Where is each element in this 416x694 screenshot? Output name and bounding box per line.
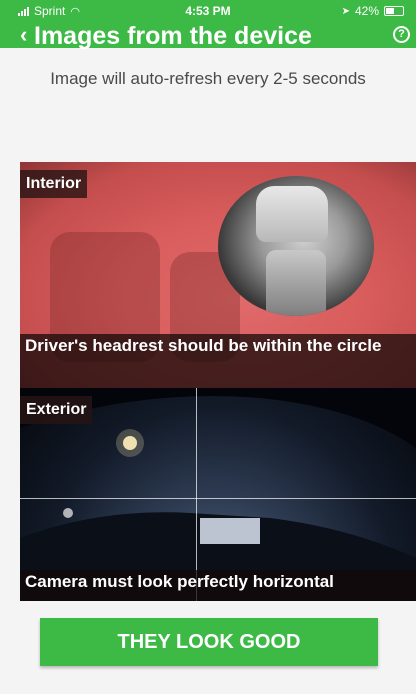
garage-light — [200, 518, 260, 544]
status-right: ➤ 42% — [342, 4, 404, 18]
horizontal-guide-line — [20, 498, 416, 499]
refresh-notice: Image will auto-refresh every 2-5 second… — [50, 69, 366, 88]
help-icon[interactable]: ? — [393, 26, 410, 43]
page-title: Images from the device — [34, 22, 312, 50]
battery-percent: 42% — [354, 4, 379, 18]
interior-caption: Driver's headrest should be within the c… — [20, 334, 416, 388]
header: ‹ Images from the device ? — [0, 22, 416, 50]
street-light-glow — [116, 429, 144, 457]
exterior-camera-image: Exterior Camera must look perfectly hori… — [20, 388, 416, 601]
exterior-caption: Camera must look perfectly horizontal — [20, 570, 416, 601]
interior-camera-image: Interior Driver's headrest should be wit… — [20, 162, 416, 388]
seatback-shape — [266, 250, 326, 316]
exterior-label: Exterior — [20, 396, 93, 424]
reflection — [63, 508, 73, 518]
they-look-good-button[interactable]: THEY LOOK GOOD — [40, 618, 378, 666]
status-bar: Sprint ◠ 4:53 PM ➤ 42% — [0, 0, 416, 22]
location-icon: ➤ — [341, 5, 350, 17]
interior-label: Interior — [20, 170, 88, 198]
headrest-guide-circle — [218, 176, 374, 316]
battery-icon — [384, 6, 404, 16]
headrest-shape — [256, 186, 328, 242]
back-icon[interactable]: ‹ — [20, 22, 27, 48]
